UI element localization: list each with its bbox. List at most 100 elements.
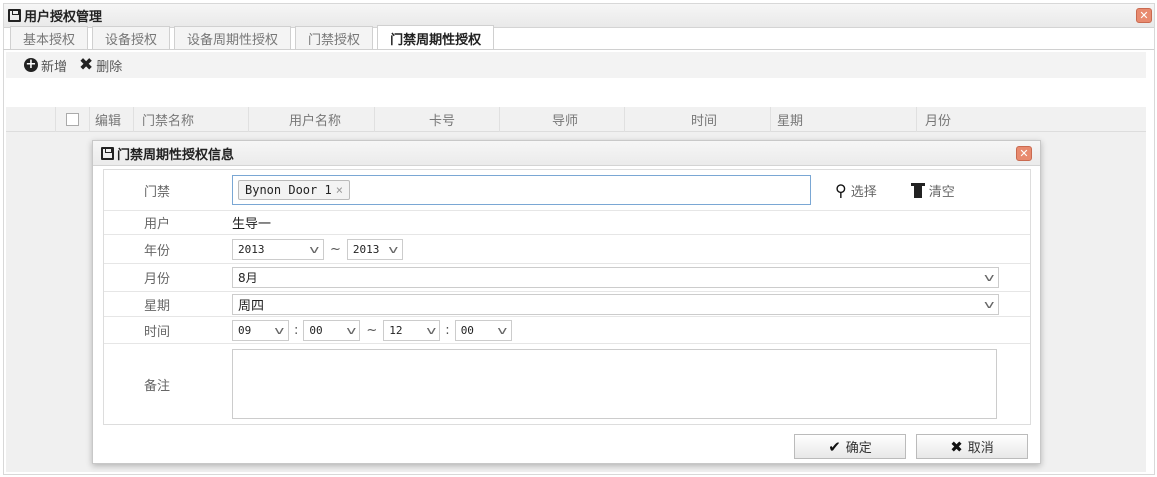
col-edit[interactable]: 编辑 bbox=[90, 106, 134, 132]
select-all-cell bbox=[56, 106, 90, 132]
col-time[interactable]: 时间 bbox=[625, 106, 771, 132]
month-label: 月份 bbox=[144, 272, 171, 287]
month-row: 月份 8月 v bbox=[104, 264, 1030, 292]
save-icon bbox=[8, 9, 21, 22]
col-tutor[interactable]: 导师 bbox=[500, 106, 625, 132]
col-card-no[interactable]: 卡号 bbox=[375, 106, 500, 132]
month-select[interactable]: 8月 v bbox=[232, 267, 999, 288]
chevron-down-icon: v bbox=[984, 297, 995, 311]
chevron-down-icon: v bbox=[497, 323, 508, 337]
end-minute-value: 00 bbox=[460, 323, 474, 337]
time-colon: : bbox=[294, 322, 299, 338]
weekday-value: 周四 bbox=[238, 298, 265, 314]
year-to-value: 2013 bbox=[352, 242, 380, 256]
note-label: 备注 bbox=[144, 378, 171, 394]
col-weekday[interactable]: 星期 bbox=[771, 106, 917, 132]
panel-title: 用户授权管理 bbox=[24, 10, 103, 25]
clear-door-label: 清空 bbox=[928, 184, 955, 200]
door-value-cell: Bynon Door 1 × ⚲ 选择 清空 bbox=[230, 175, 1030, 205]
delete-button-label: 删除 bbox=[96, 59, 123, 75]
chevron-down-icon: v bbox=[309, 242, 320, 256]
dialog-buttons: ✔ 确定 ✖ 取消 bbox=[784, 434, 1028, 459]
delete-button[interactable]: ✖ 删除 bbox=[79, 56, 122, 75]
cancel-label: 取消 bbox=[967, 441, 994, 456]
year-from-select[interactable]: 2013 v bbox=[232, 238, 324, 260]
note-textarea[interactable] bbox=[232, 349, 997, 419]
tab-device-periodic-auth[interactable]: 设备周期性授权 bbox=[174, 26, 292, 50]
col-user-name[interactable]: 用户名称 bbox=[249, 106, 375, 132]
time-row: 时间 09 v : 00 v ~ 12 v : 00 v bbox=[104, 317, 1030, 344]
checkmark-icon: ✔ bbox=[828, 437, 841, 456]
dialog-close-button[interactable]: ✕ bbox=[1016, 146, 1032, 161]
dialog-title: 门禁周期性授权信息 bbox=[117, 147, 235, 163]
auth-form: 门禁 Bynon Door 1 × ⚲ 选择 清空 用户 生导一 年份 2013… bbox=[103, 169, 1031, 425]
time-colon: : bbox=[445, 322, 450, 338]
end-minute-select[interactable]: 00 v bbox=[454, 319, 512, 341]
door-token: Bynon Door 1 × bbox=[238, 180, 350, 200]
confirm-button[interactable]: ✔ 确定 bbox=[794, 434, 906, 459]
door-token-input[interactable]: Bynon Door 1 × bbox=[232, 175, 811, 205]
chevron-down-icon: v bbox=[425, 323, 437, 337]
toolbar: + 新增 ✖ 删除 bbox=[6, 52, 1146, 78]
cancel-x-icon: ✖ bbox=[950, 437, 963, 456]
panel-close-button[interactable]: ✕ bbox=[1136, 8, 1152, 23]
time-separator: ~ bbox=[366, 322, 378, 338]
add-button-label: 新增 bbox=[41, 59, 68, 75]
end-hour-select[interactable]: 12 v bbox=[383, 319, 441, 341]
door-token-text: Bynon Door 1 bbox=[245, 183, 332, 197]
start-hour-value: 09 bbox=[238, 323, 252, 337]
user-row: 用户 生导一 bbox=[104, 211, 1030, 235]
tab-divider bbox=[3, 49, 1154, 50]
month-value: 8月 bbox=[238, 271, 258, 285]
col-door-name[interactable]: 门禁名称 bbox=[134, 106, 249, 132]
year-row: 年份 2013 v ~ 2013 v bbox=[104, 235, 1030, 264]
dialog-header: 门禁周期性授权信息 bbox=[93, 141, 1040, 166]
save-icon bbox=[101, 146, 114, 160]
weekday-row: 星期 周四 v bbox=[104, 292, 1030, 317]
trash-icon bbox=[910, 182, 925, 198]
chevron-down-icon: v bbox=[388, 242, 399, 256]
delete-x-icon: ✖ bbox=[79, 55, 94, 75]
tab-door-auth[interactable]: 门禁授权 bbox=[295, 26, 374, 50]
user-value: 生导一 bbox=[232, 217, 272, 232]
select-door-button[interactable]: ⚲ 选择 bbox=[835, 181, 877, 200]
col-month[interactable]: 月份 bbox=[917, 107, 1037, 132]
year-label: 年份 bbox=[144, 243, 171, 259]
plus-circle-icon: + bbox=[24, 57, 38, 72]
select-door-label: 选择 bbox=[850, 184, 877, 200]
user-label: 用户 bbox=[144, 217, 171, 232]
add-button[interactable]: + 新增 bbox=[24, 56, 67, 75]
time-label: 时间 bbox=[144, 324, 171, 340]
tab-basic-auth[interactable]: 基本授权 bbox=[10, 26, 89, 50]
year-from-value: 2013 bbox=[238, 242, 265, 256]
start-minute-select[interactable]: 00 v bbox=[303, 319, 361, 341]
cancel-button[interactable]: ✖ 取消 bbox=[916, 434, 1028, 459]
time-value-cell: 09 v : 00 v ~ 12 v : 00 v bbox=[230, 319, 1030, 341]
end-hour-value: 12 bbox=[389, 323, 403, 337]
chevron-down-icon: v bbox=[274, 323, 285, 337]
token-remove-icon[interactable]: × bbox=[336, 183, 343, 197]
chevron-down-icon: v bbox=[345, 323, 357, 337]
chevron-down-icon: v bbox=[984, 271, 995, 284]
grid-header: 编辑 门禁名称 用户名称 卡号 导师 时间 星期 月份 bbox=[6, 106, 1146, 132]
clear-door-button[interactable]: 清空 bbox=[910, 181, 955, 200]
year-separator: ~ bbox=[330, 241, 341, 257]
tab-door-periodic-auth[interactable]: 门禁周期性授权 bbox=[377, 25, 495, 50]
weekday-value-cell: 周四 v bbox=[230, 293, 1030, 315]
year-to-select[interactable]: 2013 v bbox=[346, 238, 403, 260]
tab-bar: 基本授权 设备授权 设备周期性授权 门禁授权 门禁周期性授权 bbox=[10, 25, 498, 50]
weekday-select[interactable]: 周四 v bbox=[232, 293, 999, 315]
note-value-cell bbox=[230, 349, 1030, 419]
door-periodic-auth-dialog: 门禁周期性授权信息 ✕ 门禁 Bynon Door 1 × ⚲ 选择 清空 用户 bbox=[92, 140, 1041, 464]
weekday-label: 星期 bbox=[144, 298, 171, 314]
search-icon: ⚲ bbox=[835, 180, 847, 200]
note-row: 备注 bbox=[104, 344, 1030, 424]
confirm-label: 确定 bbox=[845, 441, 872, 456]
start-hour-select[interactable]: 09 v bbox=[232, 319, 289, 341]
door-label: 门禁 bbox=[144, 184, 171, 200]
select-all-checkbox[interactable] bbox=[66, 112, 79, 126]
grid-spacer bbox=[6, 106, 56, 132]
month-value-cell: 8月 v bbox=[230, 267, 1030, 288]
tab-device-auth[interactable]: 设备授权 bbox=[92, 26, 171, 50]
start-minute-value: 00 bbox=[309, 323, 323, 337]
